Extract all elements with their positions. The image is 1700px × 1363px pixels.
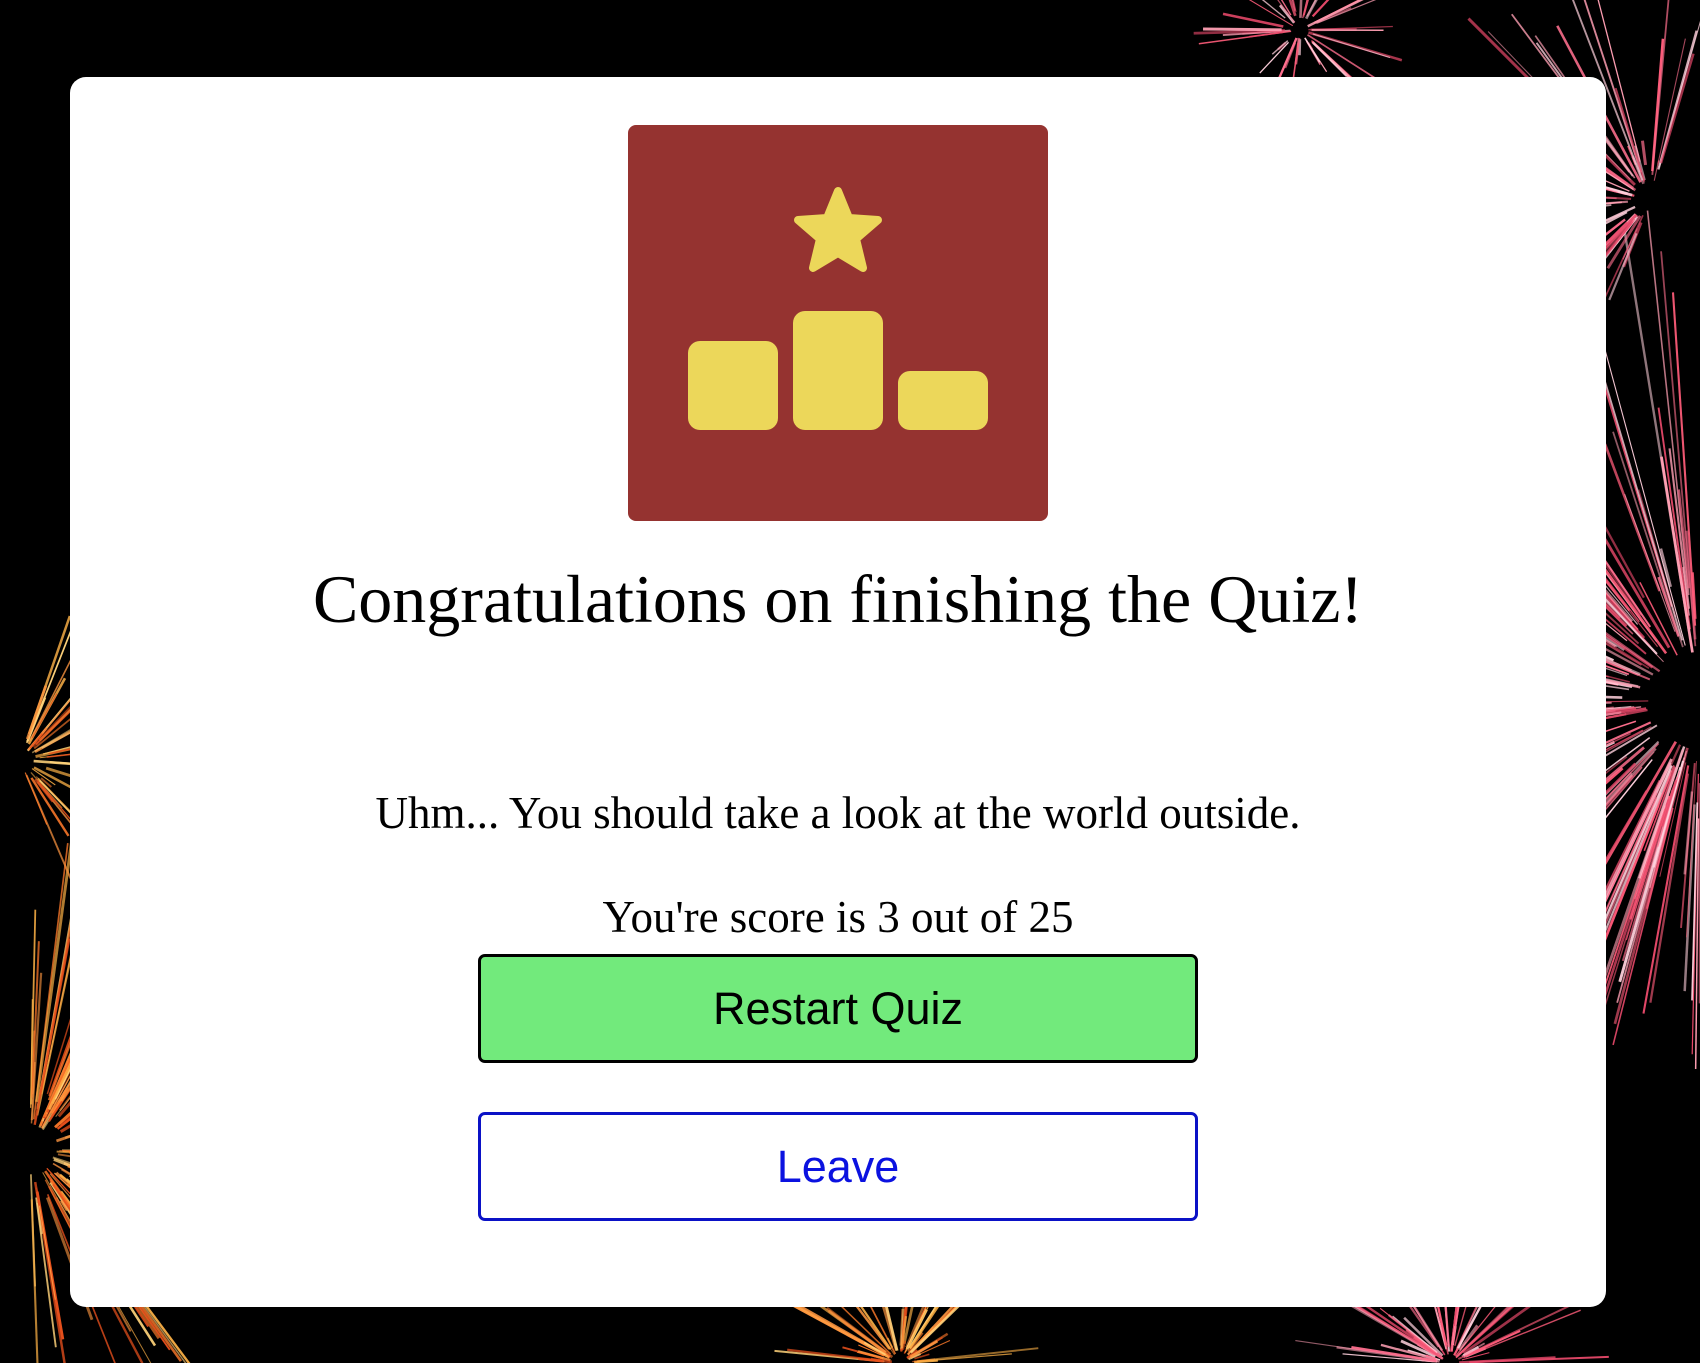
result-card: Congratulations on finishing the Quiz! U… — [70, 77, 1606, 1307]
quiz-result-page: Congratulations on finishing the Quiz! U… — [0, 0, 1700, 1363]
podium-star-icon — [628, 125, 1048, 521]
restart-quiz-button[interactable]: Restart Quiz — [478, 954, 1198, 1063]
congratulations-heading: Congratulations on finishing the Quiz! — [312, 561, 1364, 637]
restart-quiz-label: Restart Quiz — [712, 982, 964, 1034]
trophy-panel — [628, 125, 1048, 521]
leave-button[interactable]: Leave — [478, 1112, 1198, 1221]
result-message: Uhm... You should take a look at the wor… — [375, 788, 1301, 838]
leave-label: Leave — [776, 1140, 900, 1192]
score-text: You're score is 3 out of 25 — [602, 892, 1074, 942]
